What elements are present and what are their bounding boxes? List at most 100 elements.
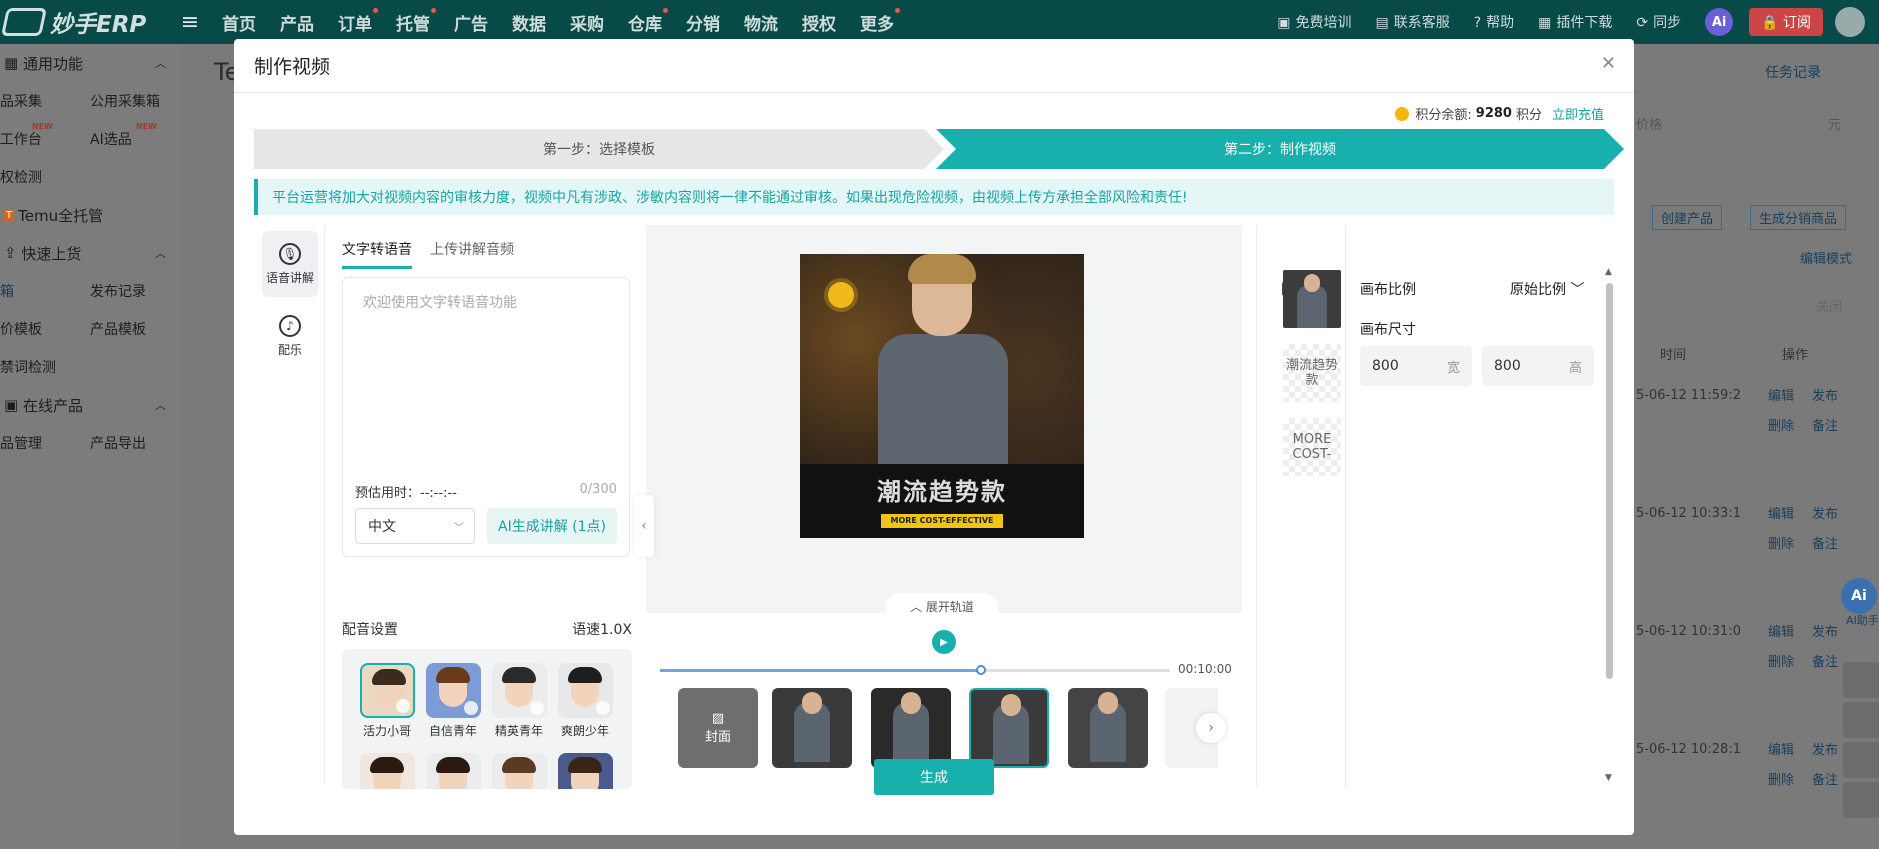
clip-thumbnail-selected[interactable] (969, 688, 1049, 768)
tab-upload-audio[interactable]: 上传讲解音频 (430, 239, 514, 269)
cover-thumbnail[interactable]: ▨ 封面 (678, 688, 758, 768)
sidebar-item-banned-words[interactable]: 违禁词检测 (0, 357, 106, 377)
canvas-height-input[interactable]: 800 高 (1482, 346, 1594, 386)
collapse-left-panel-icon[interactable]: ‹ (634, 495, 654, 557)
close-link[interactable]: 关闭 (1816, 296, 1842, 315)
nav-product[interactable]: 产品 (268, 10, 326, 35)
clip-thumbnail[interactable] (871, 688, 951, 768)
time-column-header[interactable]: 时间 (1660, 344, 1686, 363)
step-select-template[interactable]: 第一步：选择模板 (254, 129, 944, 169)
nav-warehouse[interactable]: 仓库 (616, 7, 674, 35)
timeline-scrubber[interactable] (660, 665, 1170, 675)
ai-assistant-button[interactable]: Ai (1705, 8, 1734, 36)
clip-thumbnail[interactable] (772, 688, 852, 768)
nav-order[interactable]: 订单 (326, 7, 384, 35)
step-make-video[interactable]: 第二步：制作视频 (936, 129, 1624, 169)
row-delete-link[interactable]: 删除 (1768, 651, 1794, 670)
side-phone-tool[interactable] (1843, 702, 1879, 738)
voice-option[interactable]: 自信青年 (420, 663, 486, 739)
free-training-link[interactable]: ▣ 免费培训 (1277, 12, 1351, 32)
ai-generate-narration-button[interactable]: AI生成讲解 (1点) (487, 508, 617, 544)
nav-more[interactable]: 更多 (848, 7, 906, 35)
row-delete-link[interactable]: 删除 (1768, 769, 1794, 788)
sidebar-item-price-template[interactable]: 核价模板 (0, 319, 76, 339)
scrollbar-thumb[interactable] (1606, 283, 1613, 679)
scroll-up-icon[interactable]: ▲ (1605, 267, 1612, 277)
tts-textarea[interactable]: 欢迎使用文字转语音功能 预估用时：--:--:-- 0/300 中文 ﹀ AI生成… (342, 277, 630, 557)
recharge-link[interactable]: 立即充值 (1552, 104, 1604, 123)
play-icon[interactable]: ▶ (932, 630, 956, 654)
row-edit-link[interactable]: 编辑 (1768, 621, 1794, 640)
edit-mode-toggle[interactable]: 编辑模式 (1800, 248, 1852, 267)
sidebar-section-general[interactable]: ▦ 通用功能 ︿ (0, 44, 180, 82)
voice-option[interactable]: 活力小哥 (354, 663, 420, 739)
sidebar-section-quick[interactable]: ⇪ 快速上货 ︿ (0, 234, 180, 272)
play-preview-icon[interactable] (463, 701, 478, 715)
chevron-right-icon[interactable]: › (1196, 713, 1226, 743)
sidebar-item-ai-select[interactable]: AI选品 NEW (90, 122, 180, 149)
nav-data[interactable]: 数据 (500, 10, 558, 35)
voice-option[interactable] (486, 753, 552, 789)
voice-option[interactable] (552, 753, 618, 789)
row-delete-link[interactable]: 删除 (1768, 533, 1794, 552)
task-record-link[interactable]: 任务记录 (1765, 62, 1821, 82)
scroll-down-icon[interactable]: ▼ (1605, 773, 1612, 783)
row-edit-link[interactable]: 编辑 (1768, 503, 1794, 522)
layer-text-headline[interactable]: 潮流趋势款 (1283, 344, 1341, 402)
play-preview-icon[interactable] (529, 701, 544, 715)
side-edit-tool[interactable] (1843, 742, 1879, 778)
row-note-link[interactable]: 备注 (1812, 769, 1838, 788)
voice-option[interactable] (420, 753, 486, 789)
expand-track-toggle[interactable]: ︿ 展开轨道 (886, 593, 998, 619)
nav-hosting[interactable]: 托管 (384, 7, 442, 35)
row-publish-link[interactable]: 发布 (1812, 503, 1838, 522)
voice-option[interactable]: 精英青年 (486, 663, 552, 739)
sidebar-item-product-export[interactable]: 产品导出 (90, 433, 180, 453)
create-product-button[interactable]: 创建产品 (1652, 205, 1723, 230)
voice-option[interactable] (354, 753, 420, 789)
sync-link[interactable]: ⟳ 同步 (1636, 12, 1681, 32)
layer-text-tagline[interactable]: MORE COST- (1283, 418, 1341, 476)
generate-button[interactable]: 生成 (874, 759, 994, 795)
nav-ads[interactable]: 广告 (442, 10, 500, 35)
layer-image[interactable] (1283, 270, 1341, 328)
preview-tagline[interactable]: MORE COST-EFFECTIVE (881, 514, 1003, 528)
speech-speed[interactable]: 语速1.0X (572, 619, 632, 639)
play-preview-icon[interactable] (395, 699, 410, 713)
voice-option[interactable]: 爽朗少年 (552, 663, 618, 739)
sidebar-item-infringement[interactable]: 侵权检测 (0, 167, 76, 187)
row-edit-link[interactable]: 编辑 (1768, 385, 1794, 404)
nav-purchase[interactable]: 采购 (558, 10, 616, 35)
sidebar-item-publish-log[interactable]: 发布记录 (90, 281, 180, 301)
sidebar-item-ai-workbench[interactable]: AI工作台NEW (0, 122, 76, 149)
close-icon[interactable]: ✕ (1601, 53, 1616, 74)
side-refresh-tool[interactable] (1843, 782, 1879, 818)
contact-service-link[interactable]: ▤ 联系客服 (1375, 12, 1449, 32)
side-expand-tool[interactable] (1843, 662, 1879, 698)
row-publish-link[interactable]: 发布 (1812, 385, 1838, 404)
menu-toggle-icon[interactable]: ≡ (170, 10, 210, 35)
ai-floating-icon[interactable]: Ai (1841, 578, 1877, 614)
plugin-download-link[interactable]: ▦ 插件下载 (1538, 12, 1612, 32)
canvas-ratio-select[interactable]: 原始比例 ﹀ (1510, 279, 1584, 299)
nav-authorization[interactable]: 授权 (790, 10, 848, 35)
row-note-link[interactable]: 备注 (1812, 415, 1838, 434)
tab-text-to-speech[interactable]: 文字转语音 (342, 239, 412, 269)
nav-logistics[interactable]: 物流 (732, 10, 790, 35)
brand-logo[interactable]: 妙手ERP (0, 5, 170, 39)
nav-home[interactable]: 首页 (210, 10, 268, 35)
row-edit-link[interactable]: 编辑 (1768, 739, 1794, 758)
sidebar-item-collect[interactable]: 产品采集 (0, 91, 76, 111)
nav-distribution[interactable]: 分销 (674, 10, 732, 35)
tab-voice-narration[interactable]: 🎙 语音讲解 (262, 231, 318, 297)
row-note-link[interactable]: 备注 (1812, 533, 1838, 552)
user-avatar[interactable] (1835, 7, 1865, 37)
row-publish-link[interactable]: 发布 (1812, 621, 1838, 640)
language-select[interactable]: 中文 ﹀ (355, 508, 475, 544)
preview-headline[interactable]: 潮流趋势款 (800, 472, 1084, 507)
sidebar-item-collect-box[interactable]: 采集箱 (0, 281, 62, 301)
panel-scrollbar[interactable]: ▲ ▼ (1605, 235, 1614, 785)
price-filter[interactable]: 价格 (1636, 114, 1662, 133)
tab-background-music[interactable]: ♪ 配乐 (262, 303, 318, 369)
row-delete-link[interactable]: 删除 (1768, 415, 1794, 434)
